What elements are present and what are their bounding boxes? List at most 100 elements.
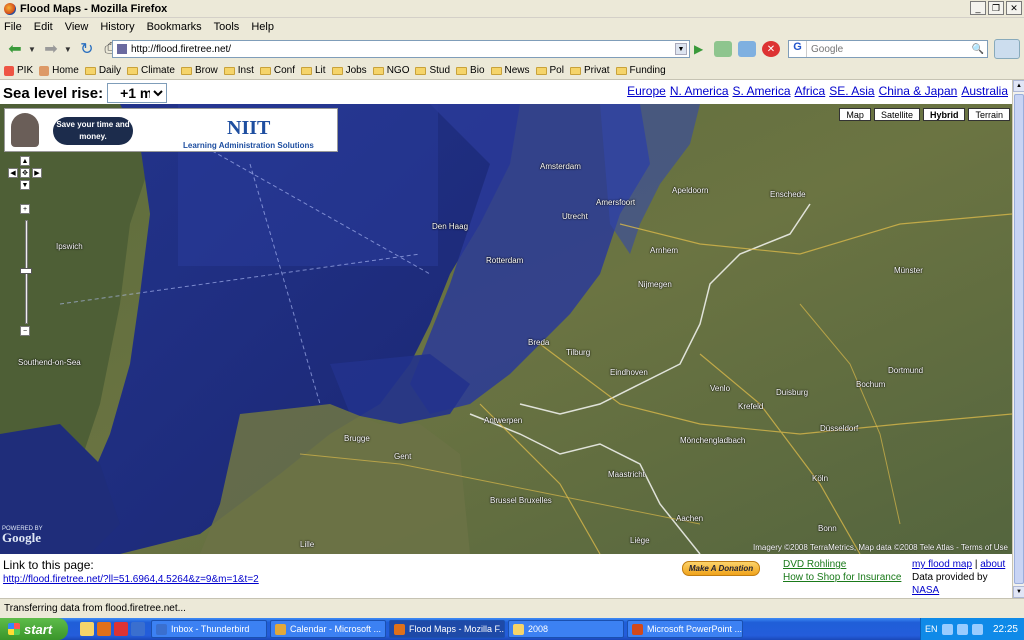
menu-help[interactable]: Help <box>251 21 274 33</box>
language-indicator[interactable]: EN <box>925 624 938 634</box>
tray-volume-icon[interactable] <box>956 623 968 635</box>
tray-security-icon[interactable] <box>971 623 983 635</box>
map-type-map-button[interactable]: Map <box>839 108 871 121</box>
bookmark-bio[interactable]: Bio <box>456 65 485 76</box>
quick-launch-folder-icon[interactable] <box>80 622 94 636</box>
search-engine-icon[interactable]: G <box>789 41 807 57</box>
folder-icon <box>372 66 384 75</box>
reload-icon[interactable]: ↻ <box>76 39 98 59</box>
scroll-thumb[interactable] <box>1014 94 1024 584</box>
bookmark-pol[interactable]: Pol <box>535 65 564 76</box>
bookmark-stud[interactable]: Stud <box>415 65 450 76</box>
vertical-scrollbar[interactable]: ▲ ▼ <box>1012 80 1024 598</box>
region-s-america-link[interactable]: S. America <box>733 84 791 98</box>
map-city-label: Münster <box>894 266 923 275</box>
bookmark-brow[interactable]: Brow <box>180 65 218 76</box>
map-type-hybrid-button[interactable]: Hybrid <box>922 108 966 121</box>
map-copyright: Imagery ©2008 TerraMetrics, Map data ©20… <box>752 543 1008 552</box>
menu-view[interactable]: View <box>65 21 89 33</box>
pan-left-icon[interactable]: ◀ <box>8 168 18 178</box>
scroll-down-icon[interactable]: ▼ <box>1013 586 1024 598</box>
search-box[interactable]: G 🔍 <box>788 40 988 58</box>
ad-person-image <box>11 113 39 147</box>
start-button[interactable]: start <box>0 618 68 640</box>
search-input[interactable] <box>807 43 957 55</box>
quick-launch-ie-icon[interactable] <box>131 622 145 636</box>
map-type-satellite-button[interactable]: Satellite <box>873 108 920 121</box>
bookmark-ngo[interactable]: NGO <box>372 65 409 76</box>
url-bar[interactable]: http://flood.firetree.net/ ▼ <box>112 40 690 58</box>
quick-launch-firefox-icon[interactable] <box>97 622 111 636</box>
donate-button[interactable]: Make A Donation <box>682 561 760 576</box>
taskbar-task[interactable]: Microsoft PowerPoint ... <box>627 620 743 638</box>
extension-icon[interactable] <box>994 39 1020 59</box>
taskbar-task[interactable]: Calendar - Microsoft ... <box>270 620 386 638</box>
add-bookmark-icon[interactable] <box>714 41 732 57</box>
zoom-slider-handle[interactable] <box>20 268 32 274</box>
bookmark-pik[interactable]: PIK <box>4 65 33 76</box>
menu-edit[interactable]: Edit <box>34 21 53 33</box>
region-china-japan-link[interactable]: China & Japan <box>879 84 958 98</box>
quick-launch-acrobat-icon[interactable] <box>114 622 128 636</box>
region-australia-link[interactable]: Australia <box>961 84 1008 98</box>
bookmark-conf[interactable]: Conf <box>259 65 295 76</box>
about-link[interactable]: about <box>980 559 1005 570</box>
calendar-icon[interactable] <box>738 41 756 57</box>
ad-brand-logo: NIIT <box>227 117 271 139</box>
url-dropdown-icon[interactable]: ▼ <box>675 43 687 55</box>
zoom-in-icon[interactable]: + <box>20 204 30 214</box>
task-buttons: Inbox - Thunderbird Calendar - Microsoft … <box>151 620 746 638</box>
pan-down-icon[interactable]: ▼ <box>20 180 30 190</box>
forward-arrow-icon[interactable]: ➡ <box>40 39 62 59</box>
scroll-up-icon[interactable]: ▲ <box>1013 80 1024 92</box>
menu-tools[interactable]: Tools <box>214 21 240 33</box>
permalink-url[interactable]: http://flood.firetree.net/?ll=51.6964,4.… <box>3 574 259 585</box>
google-logo[interactable]: Google <box>2 530 41 546</box>
sponsored-links: DVD Rohlinge How to Shop for Insurance <box>783 558 901 584</box>
pan-right-icon[interactable]: ▶ <box>32 168 42 178</box>
windows-flag-icon <box>8 623 20 635</box>
insurance-link[interactable]: How to Shop for Insurance <box>783 571 901 584</box>
back-dropdown-icon[interactable]: ▼ <box>28 45 36 54</box>
map-city-label: Breda <box>528 338 550 347</box>
bookmark-privat[interactable]: Privat <box>569 65 610 76</box>
bookmark-home[interactable]: Home <box>39 65 79 76</box>
region-africa-link[interactable]: Africa <box>795 84 826 98</box>
tray-network-icon[interactable] <box>941 623 953 635</box>
region-europe-link[interactable]: Europe <box>627 84 666 98</box>
advertisement-banner[interactable]: Save your time and money. NIIT Learning … <box>4 108 338 152</box>
go-arrow-icon[interactable]: ▶ <box>694 42 708 56</box>
my-flood-map-link[interactable]: my flood map <box>912 559 972 570</box>
menu-file[interactable]: File <box>4 21 22 33</box>
taskbar-task[interactable]: Inbox - Thunderbird <box>151 620 267 638</box>
map-type-terrain-button[interactable]: Terrain <box>968 108 1010 121</box>
flood-map[interactable]: Save your time and money. NIIT Learning … <box>0 104 1012 554</box>
forward-dropdown-icon[interactable]: ▼ <box>64 45 72 54</box>
pan-up-icon[interactable]: ▲ <box>20 156 30 166</box>
dvd-rohlinge-link[interactable]: DVD Rohlinge <box>783 558 901 571</box>
bookmark-lit[interactable]: Lit <box>301 65 326 76</box>
search-icon[interactable]: 🔍 <box>972 44 984 55</box>
maximize-button[interactable]: ❐ <box>988 1 1004 15</box>
folder-icon <box>535 66 547 75</box>
bookmark-funding[interactable]: Funding <box>615 65 666 76</box>
bookmark-inst[interactable]: Inst <box>223 65 254 76</box>
bookmark-climate[interactable]: Climate <box>127 65 175 76</box>
back-arrow-icon[interactable]: ⬅ <box>4 39 26 59</box>
bookmark-news[interactable]: News <box>490 65 530 76</box>
menu-history[interactable]: History <box>100 21 134 33</box>
region-n-america-link[interactable]: N. America <box>670 84 729 98</box>
minimize-button[interactable]: _ <box>970 1 986 15</box>
nasa-link[interactable]: NASA <box>912 585 939 596</box>
stop-icon[interactable]: ✕ <box>762 41 780 57</box>
menu-bookmarks[interactable]: Bookmarks <box>147 21 202 33</box>
bookmark-daily[interactable]: Daily <box>84 65 121 76</box>
region-se-asia-link[interactable]: SE. Asia <box>829 84 874 98</box>
taskbar-task[interactable]: 2008 <box>508 620 624 638</box>
zoom-out-icon[interactable]: − <box>20 326 30 336</box>
close-button[interactable]: ✕ <box>1006 1 1022 15</box>
pan-center-icon[interactable]: ✥ <box>20 168 30 178</box>
bookmark-jobs[interactable]: Jobs <box>331 65 367 76</box>
taskbar-task[interactable]: Flood Maps - Mozilla F... <box>389 620 505 638</box>
sea-level-select[interactable]: +1 m <box>107 83 168 103</box>
